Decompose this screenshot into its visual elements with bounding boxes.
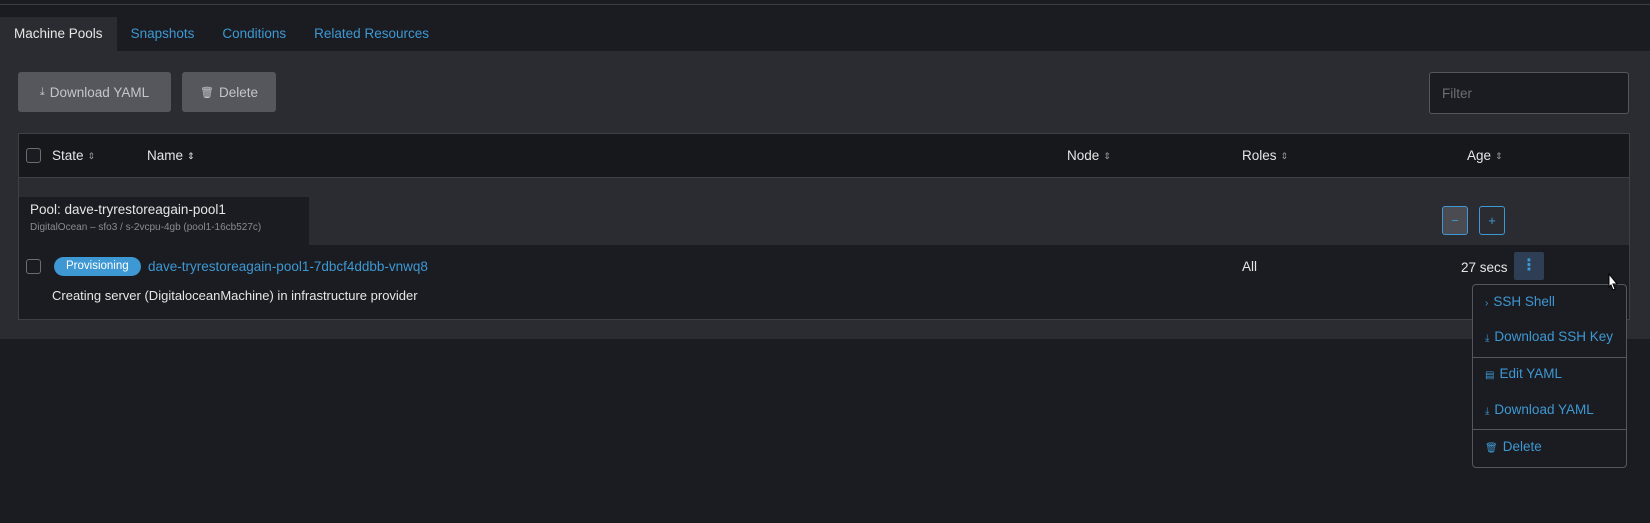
trash-icon: 🗑 [200, 86, 214, 99]
menu-item-delete[interactable]: 🗑 Delete [1485, 437, 1542, 459]
row-checkbox[interactable] [26, 259, 41, 274]
row-actions-button[interactable]: ⋮ [1514, 252, 1544, 280]
menu-item-label: Delete [1502, 439, 1542, 454]
table-header: State ⇕ Name ⇕ Node ⇕ Roles ⇕ Age ⇕ [19, 134, 1629, 178]
menu-item-download-ssh-key[interactable]: ⤓ Download SSH Key [1485, 327, 1613, 349]
roles-cell: All [1242, 259, 1258, 274]
tab-bar: Machine Pools Snapshots Conditions Relat… [0, 17, 443, 51]
pool-title: Pool: dave-tryrestoreagain-pool1 [30, 202, 226, 217]
chevron-right-icon: › [1485, 298, 1489, 309]
status-badge: Provisioning [54, 257, 141, 276]
machines-table: State ⇕ Name ⇕ Node ⇕ Roles ⇕ Age ⇕ Pool: dav… [18, 133, 1630, 320]
download-icon: ⤓ [1485, 333, 1490, 344]
menu-item-edit-yaml[interactable]: ▤ Edit YAML [1485, 364, 1562, 386]
download-icon: ⤓ [1485, 406, 1490, 417]
menu-item-label: SSH Shell [1493, 294, 1555, 309]
header-roles[interactable]: Roles ⇕ [1242, 134, 1288, 178]
sort-icon: ⇕ [187, 150, 195, 161]
age-cell: 27 secs [1461, 260, 1508, 275]
tab-conditions[interactable]: Conditions [208, 17, 300, 51]
download-icon: ⤓ [39, 85, 45, 98]
trash-icon: 🗑 [1485, 443, 1498, 454]
pool-subtitle: DigitalOcean – sfo3 / s-2vcpu-4gb (pool1… [30, 222, 262, 233]
header-age-label: Age [1467, 148, 1492, 163]
scale-up-button[interactable]: + [1479, 206, 1505, 235]
filter-input[interactable] [1429, 72, 1629, 114]
machine-name-link[interactable]: dave-tryrestoreagain-pool1-7dbcf4ddbb-vn… [148, 257, 428, 276]
top-divider [0, 4, 1650, 5]
tab-related-resources[interactable]: Related Resources [300, 17, 443, 51]
menu-item-label: Download SSH Key [1494, 329, 1613, 344]
delete-label: Delete [218, 84, 258, 100]
header-node-label: Node [1067, 148, 1100, 163]
tab-machine-pools[interactable]: Machine Pools [0, 17, 117, 51]
menu-divider [1473, 357, 1626, 358]
menu-item-label: Edit YAML [1499, 366, 1562, 381]
menu-item-label: Download YAML [1494, 402, 1594, 417]
sort-icon: ⇕ [1280, 150, 1289, 161]
download-yaml-button[interactable]: ⤓ Download YAML [18, 72, 171, 112]
header-age[interactable]: Age ⇕ [1467, 134, 1503, 178]
header-name[interactable]: Name ⇕ [147, 134, 195, 178]
file-icon: ▤ [1485, 370, 1495, 381]
sort-icon: ⇕ [87, 150, 96, 161]
header-roles-label: Roles [1242, 148, 1277, 163]
header-state[interactable]: State ⇕ [52, 134, 95, 178]
group-band: Pool: dave-tryrestoreagain-pool1 Digital… [19, 178, 1629, 245]
download-yaml-label: Download YAML [49, 84, 150, 100]
header-state-label: State [52, 148, 84, 163]
select-all-checkbox[interactable] [26, 148, 41, 163]
header-node[interactable]: Node ⇕ [1067, 134, 1111, 178]
row-action-menu: › SSH Shell ⤓ Download SSH Key ▤ Edit YAML … [1472, 284, 1627, 468]
sort-icon: ⇕ [1103, 150, 1111, 161]
delete-button[interactable]: 🗑 Delete [182, 72, 276, 112]
header-name-label: Name [147, 148, 184, 163]
menu-item-download-yaml[interactable]: ⤓ Download YAML [1485, 400, 1594, 422]
sort-icon: ⇕ [1495, 150, 1503, 161]
tab-snapshots[interactable]: Snapshots [117, 17, 209, 51]
pointer-cursor-icon [1608, 273, 1619, 291]
row-message: Creating server (DigitaloceanMachine) in… [52, 288, 418, 303]
menu-item-ssh-shell[interactable]: › SSH Shell [1485, 292, 1555, 314]
tab-content-panel: ⤓ Download YAML 🗑 Delete State⇕ Name⇕ No… [0, 51, 1650, 339]
menu-divider [1473, 429, 1626, 430]
scale-down-button[interactable]: − [1442, 206, 1468, 235]
